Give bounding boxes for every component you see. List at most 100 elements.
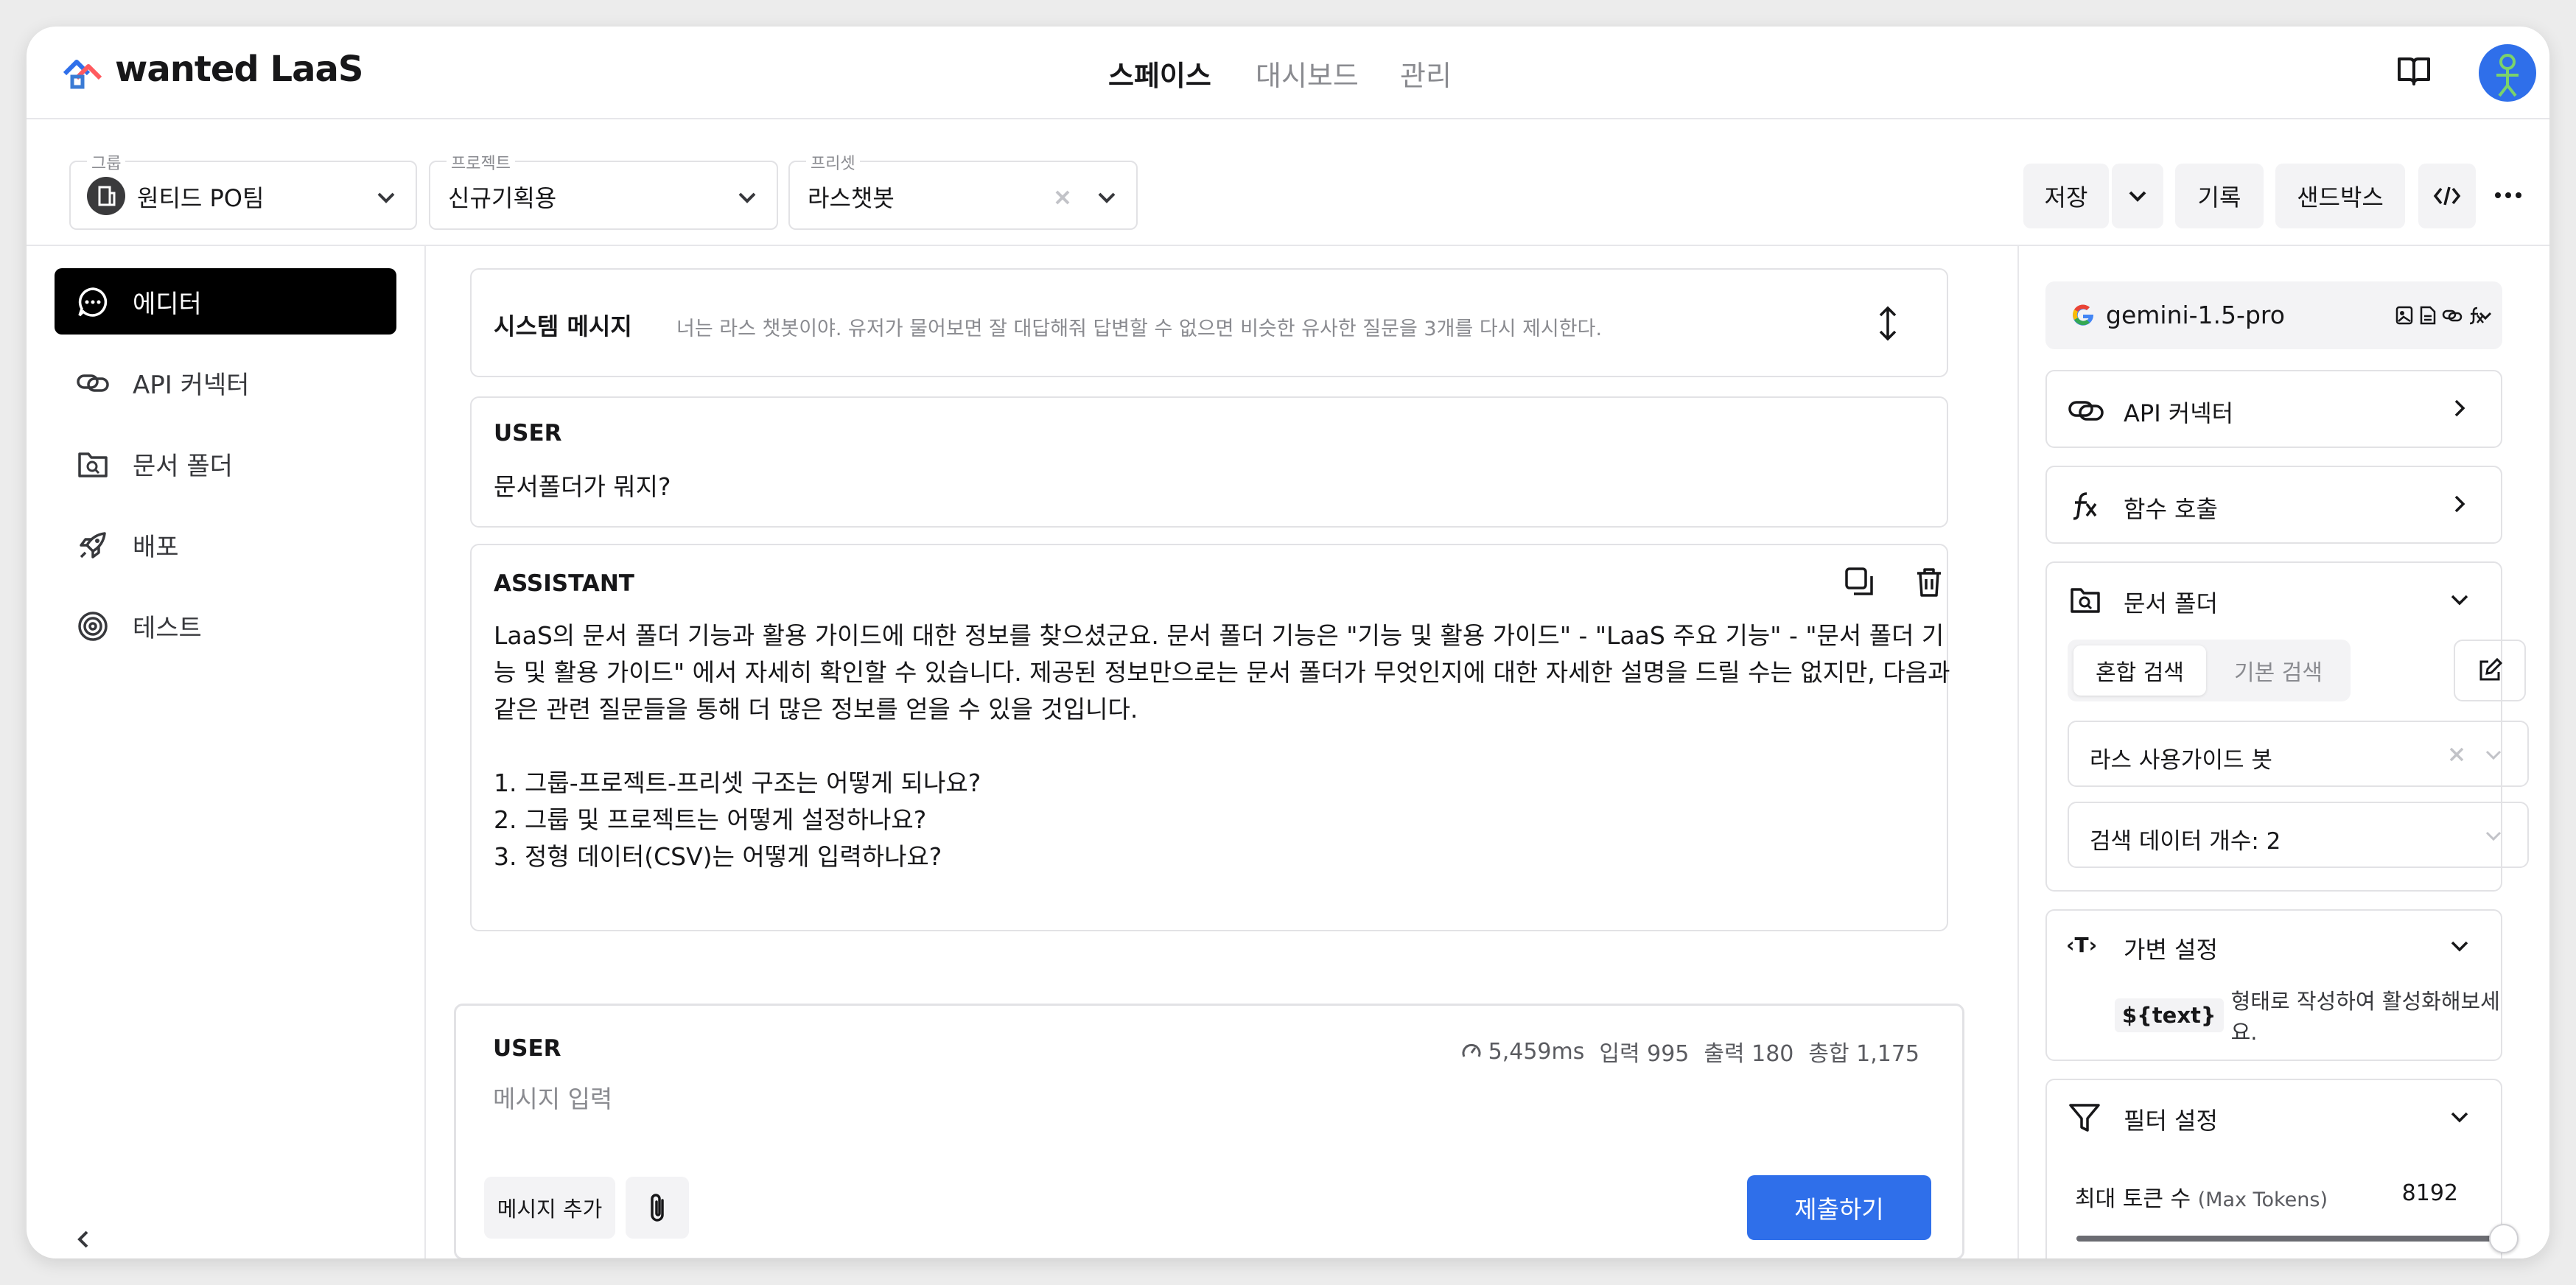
sidebar-item-deploy[interactable]: 배포 <box>55 511 396 578</box>
chevron-down-icon <box>738 192 756 203</box>
function-call-label: 함수 호출 <box>2124 495 2218 523</box>
api-connector-row[interactable]: API 커넥터 <box>2045 370 2502 448</box>
sidebar-item-test[interactable]: 테스트 <box>55 592 396 659</box>
input-tokens: 입력 995 <box>1599 1041 1690 1067</box>
chevron-down-icon[interactable] <box>2446 1104 2473 1130</box>
doc-folder-section: 문서 폴더 혼합 검색 기본 검색 라스 사용가이드 봇 검색 데이터 개수: … <box>2045 561 2529 892</box>
sidebar-item-editor[interactable]: 에디터 <box>55 268 396 335</box>
chevron-down-icon[interactable] <box>2446 933 2473 959</box>
attach-button[interactable] <box>626 1177 689 1239</box>
variable-section: ‹T› 가변 설정 ${text} 형태로 작성하여 활성화해보세요. <box>2045 909 2502 1061</box>
composer-role-label: USER <box>493 1035 561 1062</box>
model-select[interactable]: gemini-1.5-pro <box>2045 281 2502 349</box>
user-message-card[interactable]: USER 문서폴더가 뭐지? <box>470 396 1948 528</box>
folder-search-icon <box>2069 584 2101 616</box>
group-select-label: 그룹 <box>87 150 126 174</box>
sandbox-button[interactable]: 샌드박스 <box>2275 164 2405 228</box>
avatar[interactable] <box>2479 44 2536 102</box>
save-options-button[interactable] <box>2112 164 2163 228</box>
filter-title: 필터 설정 <box>2124 1107 2218 1135</box>
edit-folder-button[interactable] <box>2454 640 2526 701</box>
max-tokens-label-text: 최대 토큰 수 <box>2075 1186 2191 1212</box>
assistant-text-line: 같은 관련 질문들을 통해 더 많은 정보를 얻을 수 있을 것입니다. <box>494 695 1138 724</box>
doc-folder-title: 문서 폴더 <box>2124 589 2218 617</box>
system-message-text[interactable]: 너는 라스 챗봇이야. 유저가 물어보면 잘 대답해줘 답변할 수 없으면 비슷… <box>676 312 1602 341</box>
assistant-message-card[interactable]: ASSISTANT LaaS의 문서 폴더 기능과 활용 가이드에 대한 정보를… <box>470 544 1950 931</box>
chevron-right-icon <box>2454 399 2465 417</box>
chat-bubble-icon <box>77 286 109 318</box>
message-role-label: ASSISTANT <box>494 570 634 597</box>
search-mode-tabs: 혼합 검색 기본 검색 <box>2068 640 2351 701</box>
system-message-card[interactable]: 시스템 메시지 너는 라스 챗봇이야. 유저가 물어보면 잘 대답해줘 답변할 … <box>470 268 1948 377</box>
code-icon <box>2433 186 2461 206</box>
copy-icon[interactable] <box>1844 566 1876 598</box>
assistant-text-line: LaaS의 문서 폴더 기능과 활용 가이드에 대한 정보를 찾으셨군요. 문서… <box>494 621 1945 650</box>
system-message-label: 시스템 메시지 <box>494 312 632 340</box>
add-message-button[interactable]: 메시지 추가 <box>484 1177 615 1239</box>
image-icon <box>2395 306 2413 325</box>
total-tokens: 총합 1,175 <box>1808 1041 1919 1067</box>
app-window: wanted LaaS 스페이스 대시보드 관리 그룹 원티드 PO팀 프로젝트… <box>27 27 2549 1258</box>
assistant-text-line: 3. 정형 데이터(CSV)는 어떻게 입력하나요? <box>494 842 942 871</box>
nav-tab-space[interactable]: 스페이스 <box>1108 53 1211 94</box>
nav-tab-dashboard[interactable]: 대시보드 <box>1256 53 1359 94</box>
code-view-button[interactable] <box>2418 164 2476 228</box>
rocket-icon <box>77 529 109 561</box>
slider-thumb[interactable] <box>2489 1224 2519 1253</box>
message-input[interactable]: 메시지 입력 <box>493 1079 612 1115</box>
filter-icon <box>2068 1101 2101 1135</box>
chevron-down-icon[interactable] <box>2446 587 2473 613</box>
preset-select[interactable]: 프리셋 라스챗봇 <box>788 150 1138 230</box>
chevron-down-icon <box>2129 191 2146 202</box>
sidebar-item-label: 배포 <box>133 532 179 562</box>
chevron-down-icon <box>2485 831 2502 841</box>
document-icon <box>2420 306 2436 325</box>
function-icon <box>2069 489 2101 522</box>
editor-main: 시스템 메시지 너는 라스 챗봇이야. 유저가 물어보면 잘 대답해줘 답변할 … <box>424 246 2019 1258</box>
folder-select[interactable]: 라스 사용가이드 봇 <box>2068 721 2529 787</box>
link-icon <box>2442 309 2463 322</box>
gauge-icon <box>1462 1043 1481 1057</box>
chevron-down-icon <box>2479 312 2492 321</box>
max-tokens-slider[interactable] <box>2076 1224 2519 1253</box>
chevron-down-icon <box>1098 192 1116 203</box>
function-call-row[interactable]: 함수 호출 <box>2045 466 2502 544</box>
logo-icon <box>60 52 111 90</box>
sidebar-item-doc-folder[interactable]: 문서 폴더 <box>55 430 396 497</box>
user-message-text[interactable]: 문서폴더가 뭐지? <box>494 467 671 503</box>
book-icon[interactable] <box>2396 55 2432 87</box>
chevron-down-icon <box>377 192 395 203</box>
clear-icon[interactable] <box>1049 184 1076 211</box>
expand-vertical-icon[interactable] <box>1875 304 1901 343</box>
slider-fill <box>2076 1236 2504 1242</box>
max-tokens-value: 8192 <box>2401 1180 2458 1206</box>
history-button[interactable]: 기록 <box>2175 164 2264 228</box>
tab-basic-search[interactable]: 기본 검색 <box>2212 645 2345 696</box>
project-select[interactable]: 프로젝트 신규기획용 <box>429 150 778 230</box>
latency-value: 5,459ms <box>1488 1038 1585 1065</box>
text-variable-icon: ‹T› <box>2066 933 2098 957</box>
clear-icon[interactable] <box>2445 743 2468 766</box>
link-icon <box>2068 393 2104 426</box>
search-count-select[interactable]: 검색 데이터 개수: 2 <box>2068 802 2529 868</box>
sidebar-item-api-connector[interactable]: API 커넥터 <box>55 349 396 416</box>
group-select[interactable]: 그룹 원티드 PO팀 <box>69 150 417 230</box>
google-icon <box>2071 302 2096 327</box>
group-select-value: 원티드 PO팀 <box>137 184 265 212</box>
preset-toolbar: 그룹 원티드 PO팀 프로젝트 신규기획용 프리셋 라스챗봇 저장 기록 샌드박… <box>27 119 2549 246</box>
nav-tab-admin[interactable]: 관리 <box>1400 53 1452 94</box>
sidebar-item-label: 테스트 <box>133 613 202 643</box>
preset-select-value: 라스챗봇 <box>808 184 895 212</box>
sidebar-item-label: API 커넥터 <box>133 370 250 400</box>
variable-hint-text: 형태로 작성하여 활성화해보세요. <box>2230 989 2500 1045</box>
collapse-sidebar-icon[interactable] <box>71 1226 97 1253</box>
save-button[interactable]: 저장 <box>2023 164 2109 228</box>
assistant-text-line: 1. 그룹-프로젝트-프리셋 구조는 어떻게 되나요? <box>494 768 981 797</box>
trash-icon[interactable] <box>1913 566 1945 598</box>
assistant-text-line: 2. 그룹 및 프로젝트는 어떻게 설정하나요? <box>494 805 927 834</box>
project-select-label: 프로젝트 <box>447 150 515 174</box>
submit-button[interactable]: 제출하기 <box>1747 1175 1931 1240</box>
more-menu-icon[interactable] <box>2493 184 2523 206</box>
model-capability-icons <box>2395 305 2486 326</box>
tab-hybrid-search[interactable]: 혼합 검색 <box>2073 645 2206 696</box>
